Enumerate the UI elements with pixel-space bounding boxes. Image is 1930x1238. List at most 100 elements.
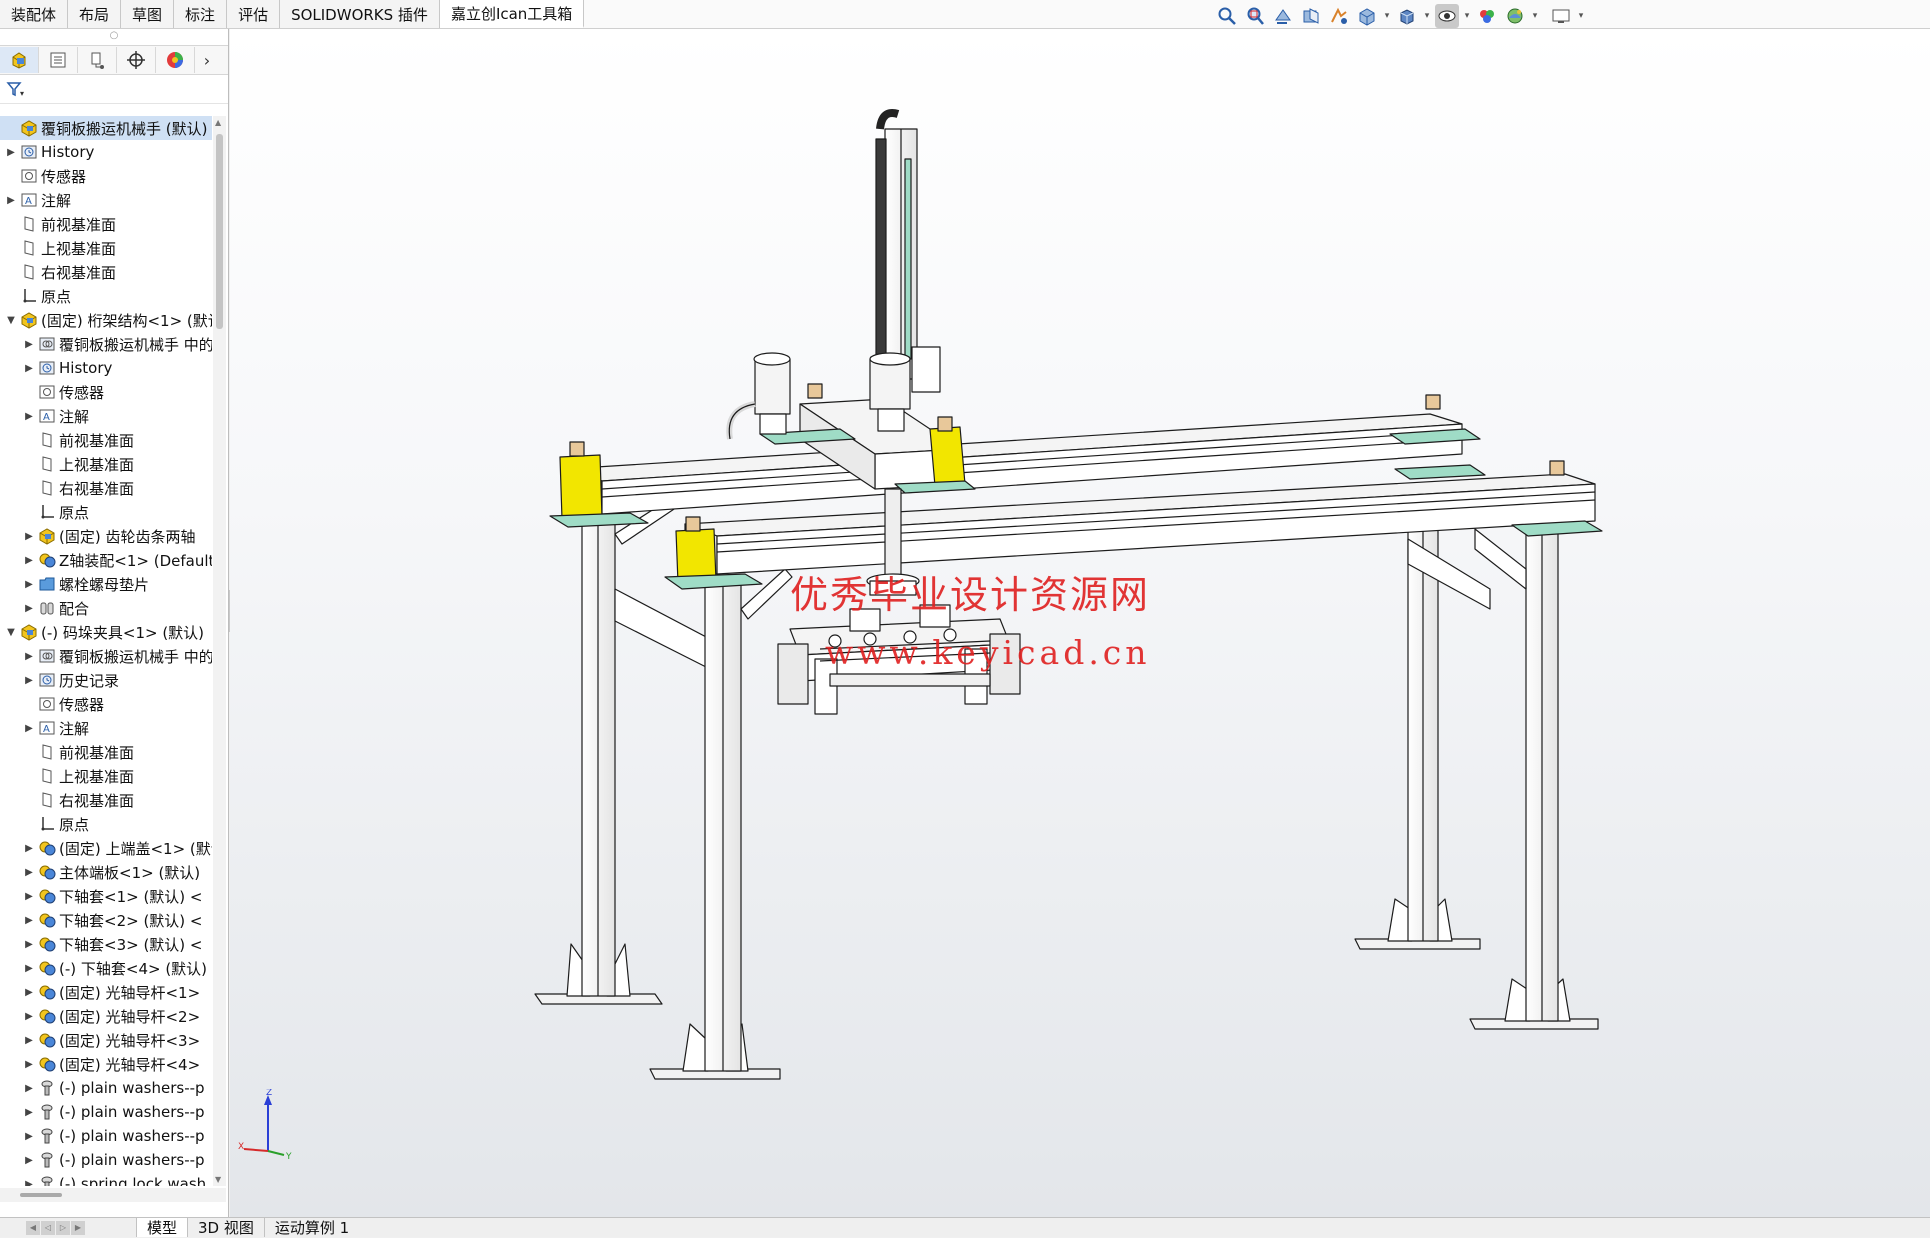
tree-node[interactable]: ▶ (-) spring lock wash bbox=[0, 1172, 212, 1186]
expand-arrow-icon[interactable]: ▶ bbox=[22, 531, 36, 542]
tree-node[interactable]: ▶ 配合 bbox=[0, 596, 212, 620]
expand-arrow-icon[interactable]: ▶ bbox=[22, 675, 36, 686]
tree-node[interactable]: 传感器 bbox=[0, 164, 212, 188]
expand-arrow-icon[interactable]: ▶ bbox=[22, 555, 36, 566]
tree-node[interactable]: ▶ A 注解 bbox=[0, 188, 212, 212]
tree-node[interactable]: 上视基准面 bbox=[0, 764, 212, 788]
expand-arrow-icon[interactable]: ▶ bbox=[22, 1179, 36, 1187]
expand-arrow-icon[interactable]: ▶ bbox=[22, 939, 36, 950]
tree-node[interactable]: ▶ 下轴套<3> (默认) < bbox=[0, 932, 212, 956]
next-tab-arrow-icon[interactable]: ▷ bbox=[56, 1220, 70, 1235]
tree-node[interactable]: 上视基准面 bbox=[0, 452, 212, 476]
tree-filter[interactable]: ▾ bbox=[0, 75, 228, 104]
tree-node[interactable]: ▶ (固定) 光轴导杆<3> bbox=[0, 1028, 212, 1052]
command-tab[interactable]: 草图 bbox=[121, 0, 175, 28]
bottom-tab[interactable]: 3D 视图 bbox=[187, 1218, 264, 1237]
tree-node[interactable]: 原点 bbox=[0, 284, 212, 308]
tree-node[interactable]: ▼ (-) 码垛夹具<1> (默认) bbox=[0, 620, 212, 644]
scroll-up-arrow-icon[interactable]: ▲ bbox=[215, 118, 221, 127]
expand-arrow-icon[interactable]: ▶ bbox=[22, 363, 36, 374]
tree-node[interactable]: 原点 bbox=[0, 500, 212, 524]
hide-show-items-icon[interactable] bbox=[1435, 4, 1459, 28]
tree-node[interactable]: 右视基准面 bbox=[0, 788, 212, 812]
tree-node[interactable]: ▶ (固定) 光轴导杆<4> bbox=[0, 1052, 212, 1076]
featuremanager-tab-icon[interactable] bbox=[0, 47, 39, 73]
section-view-icon[interactable] bbox=[1299, 4, 1323, 28]
tree-node[interactable]: ▶ 历史记录 bbox=[0, 668, 212, 692]
expand-arrow-icon[interactable]: ▶ bbox=[22, 603, 36, 614]
graphics-area[interactable]: 优秀毕业设计资源网 www.keyicad.cn Z X Y bbox=[230, 29, 1930, 1217]
command-tab[interactable]: 标注 bbox=[174, 0, 228, 28]
dynamic-annotation-icon[interactable] bbox=[1327, 4, 1351, 28]
view-orientation-icon[interactable] bbox=[1355, 4, 1379, 28]
expand-arrow-icon[interactable]: ▶ bbox=[22, 1035, 36, 1046]
expand-arrow-icon[interactable]: ▶ bbox=[22, 891, 36, 902]
tree-node[interactable]: 传感器 bbox=[0, 692, 212, 716]
apply-scene-icon[interactable] bbox=[1503, 4, 1527, 28]
tree-node[interactable]: ▶ 覆铜板搬运机械手 中的配合 bbox=[0, 644, 212, 668]
last-tab-arrow-icon[interactable]: ▶ bbox=[71, 1220, 85, 1235]
expand-arrow-icon[interactable]: ▶ bbox=[22, 1107, 36, 1118]
tree-node[interactable]: 右视基准面 bbox=[0, 476, 212, 500]
command-tab[interactable]: 装配体 bbox=[0, 0, 69, 28]
tree-node[interactable]: 前视基准面 bbox=[0, 740, 212, 764]
tree-node[interactable]: ▶ History bbox=[0, 356, 212, 380]
expand-arrow-icon[interactable]: ▶ bbox=[22, 651, 36, 662]
command-tab[interactable]: 嘉立创Ican工具箱 bbox=[439, 0, 585, 28]
tree-node[interactable]: ▶ 下轴套<1> (默认) < bbox=[0, 884, 212, 908]
horizontal-scrollbar-thumb[interactable] bbox=[20, 1193, 62, 1197]
tree-node[interactable]: ▶ (-) plain washers--p bbox=[0, 1076, 212, 1100]
scrollbar-thumb[interactable] bbox=[216, 134, 223, 329]
tree-node[interactable]: ▶ Z轴装配<1> (Default) bbox=[0, 548, 212, 572]
more-tabs-chevron-icon[interactable]: › bbox=[195, 51, 219, 70]
tree-node[interactable]: ▶ (-) plain washers--p bbox=[0, 1124, 212, 1148]
expand-arrow-icon[interactable]: ▶ bbox=[22, 1083, 36, 1094]
prev-tab-arrow-icon[interactable]: ◁ bbox=[41, 1220, 55, 1235]
tree-node[interactable]: ▶ 下轴套<2> (默认) < bbox=[0, 908, 212, 932]
tree-node[interactable]: 上视基准面 bbox=[0, 236, 212, 260]
expand-arrow-icon[interactable]: ▶ bbox=[4, 147, 18, 158]
expand-arrow-icon[interactable]: ▶ bbox=[22, 915, 36, 926]
tree-node[interactable]: 前视基准面 bbox=[0, 428, 212, 452]
tree-node[interactable]: ▶ 主体端板<1> (默认) bbox=[0, 860, 212, 884]
expand-arrow-icon[interactable]: ▶ bbox=[22, 963, 36, 974]
command-tab[interactable]: 布局 bbox=[68, 0, 122, 28]
expand-arrow-icon[interactable]: ▶ bbox=[22, 579, 36, 590]
tree-node[interactable]: ▶ 螺栓螺母垫片 bbox=[0, 572, 212, 596]
tree-node[interactable]: ▶ 覆铜板搬运机械手 中的配合 bbox=[0, 332, 212, 356]
expand-arrow-icon[interactable]: ▶ bbox=[22, 411, 36, 422]
bottom-tab[interactable]: 模型 bbox=[136, 1218, 188, 1237]
tree-node[interactable]: ▶ (-) 下轴套<4> (默认) bbox=[0, 956, 212, 980]
expand-arrow-icon[interactable]: ▶ bbox=[22, 843, 36, 854]
first-tab-arrow-icon[interactable]: ◀ bbox=[26, 1220, 40, 1235]
zoom-to-area-icon[interactable] bbox=[1243, 4, 1267, 28]
tree-node[interactable]: 传感器 bbox=[0, 380, 212, 404]
tree-node[interactable]: ▼ (固定) 桁架结构<1> (默认) bbox=[0, 308, 212, 332]
configurationmanager-tab-icon[interactable] bbox=[78, 47, 117, 73]
bottom-tab[interactable]: 运动算例 1 bbox=[263, 1218, 359, 1237]
view-settings-icon[interactable] bbox=[1549, 4, 1573, 28]
expand-arrow-icon[interactable]: ▶ bbox=[22, 1131, 36, 1142]
display-style-dropdown-icon[interactable]: ▾ bbox=[1423, 11, 1431, 21]
expand-arrow-icon[interactable]: ▶ bbox=[22, 1059, 36, 1070]
tree-node[interactable]: ▶ (固定) 光轴导杆<1> bbox=[0, 980, 212, 1004]
tree-node[interactable]: 右视基准面 bbox=[0, 260, 212, 284]
tree-node[interactable]: ▶ (固定) 光轴导杆<2> bbox=[0, 1004, 212, 1028]
tree-node[interactable]: ▶ History bbox=[0, 140, 212, 164]
tree-vertical-scrollbar[interactable]: ▲ ▼ bbox=[213, 116, 226, 1186]
collapse-arrow-icon[interactable]: ▼ bbox=[4, 315, 18, 326]
command-tab[interactable]: 评估 bbox=[227, 0, 281, 28]
tree-horizontal-scrollbar[interactable] bbox=[0, 1188, 226, 1202]
filter-icon[interactable]: ▾ bbox=[6, 80, 26, 98]
tree-node[interactable]: ▶ A 注解 bbox=[0, 716, 212, 740]
expand-arrow-icon[interactable]: ▶ bbox=[22, 987, 36, 998]
tree-node[interactable]: ▶ (-) plain washers--p bbox=[0, 1148, 212, 1172]
edit-appearance-icon[interactable] bbox=[1475, 4, 1499, 28]
gantry-robot-model[interactable] bbox=[230, 29, 1930, 1217]
display-style-icon[interactable] bbox=[1395, 4, 1419, 28]
expand-arrow-icon[interactable]: ▶ bbox=[22, 867, 36, 878]
tree-node[interactable]: ▶ (-) plain washers--p bbox=[0, 1100, 212, 1124]
tree-node[interactable]: 前视基准面 bbox=[0, 212, 212, 236]
expand-arrow-icon[interactable]: ▶ bbox=[22, 1155, 36, 1166]
tree-node[interactable]: 原点 bbox=[0, 812, 212, 836]
